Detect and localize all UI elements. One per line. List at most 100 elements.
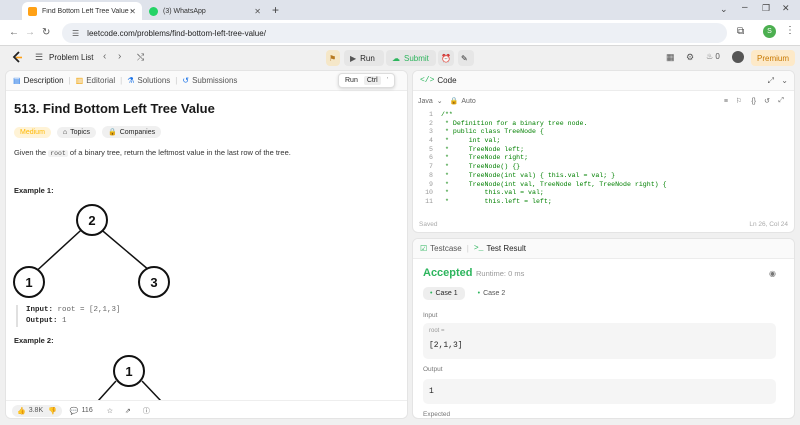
problem-list-link[interactable]: Problem List — [49, 53, 93, 62]
input-label: Input — [423, 312, 438, 319]
code-line[interactable]: 4 * int val; — [413, 137, 667, 146]
description-text: Given the — [14, 148, 47, 157]
tree-node: 2 — [76, 204, 108, 236]
line-number: 4 — [429, 137, 433, 145]
forward-icon[interactable]: → — [25, 27, 35, 38]
code-line[interactable]: 11 * this.left = left; — [413, 198, 667, 207]
new-tab-icon[interactable]: + — [272, 3, 279, 17]
maximize-icon[interactable]: ❐ — [762, 3, 770, 14]
debug-icon[interactable]: ⚑ — [326, 50, 340, 66]
coins-counter[interactable]: ♨ 0 — [706, 52, 720, 61]
tab-solutions[interactable]: Solutions — [137, 76, 170, 85]
tab-title: Find Bottom Left Tree Value - Le — [42, 7, 132, 15]
leetcode-favicon-icon — [28, 6, 37, 16]
settings-gear-icon[interactable]: ⚙ — [686, 52, 694, 63]
close-window-icon[interactable]: ✕ — [782, 3, 790, 14]
auto-mode[interactable]: Auto — [461, 98, 475, 105]
layout-icon[interactable]: ▦ — [666, 52, 675, 63]
submit-label: Submit — [404, 53, 429, 63]
code-text: * public class TreeNode { — [441, 128, 544, 136]
thumbs-up-icon: 👍 — [17, 407, 26, 415]
verdict-text: Accepted — [423, 267, 473, 279]
prev-problem-icon[interactable]: ‹ — [103, 51, 106, 62]
chevron-down-icon: ⌄ — [436, 98, 443, 105]
companies-button[interactable]: 🔒 Companies — [101, 126, 162, 138]
code-line[interactable]: 7 * TreeNode() {} — [413, 163, 667, 172]
code-line[interactable]: 1 /** — [413, 111, 667, 120]
browser-tab-whatsapp[interactable]: (3) WhatsApp ✕ — [143, 2, 267, 20]
code-text: * TreeNode left; — [441, 145, 525, 153]
eye-icon[interactable]: ◉ — [769, 269, 776, 278]
leetcode-logo-icon[interactable] — [11, 51, 23, 64]
browser-tab-leetcode[interactable]: Find Bottom Left Tree Value - Le ✕ — [22, 2, 142, 20]
share-icon[interactable]: ⇗ — [125, 407, 131, 415]
language-select[interactable]: Java — [418, 98, 433, 105]
code-editor[interactable]: 1 /** 2 * Definition for a binary tree nod… — [413, 111, 667, 207]
play-icon: ▶ — [350, 53, 357, 63]
tab-submissions[interactable]: Submissions — [192, 76, 237, 85]
thumbs-down-icon[interactable]: 👎 — [48, 407, 57, 415]
code-line[interactable]: 9 * TreeNode(int val, TreeNode left, Tre… — [413, 181, 667, 190]
help-icon[interactable]: ⓘ — [143, 406, 150, 416]
like-button[interactable]: 👍 3.8K 👎 — [12, 404, 62, 417]
expand-icon[interactable]: ⤢ — [778, 97, 784, 105]
premium-button[interactable]: Premium — [751, 50, 796, 66]
tab-testcase[interactable]: Testcase — [430, 244, 462, 253]
line-number: 10 — [425, 189, 433, 197]
minimize-icon[interactable]: – — [742, 2, 748, 13]
code-line[interactable]: 5 * TreeNode left; — [413, 146, 667, 155]
comment-icon: 💬 — [69, 407, 79, 415]
topics-button[interactable]: ⌂ Topics — [56, 126, 96, 138]
fullscreen-icon[interactable]: ⤢ — [768, 76, 774, 86]
tab-test-result[interactable]: Test Result — [486, 244, 526, 253]
cloud-upload-icon: ☁ — [392, 53, 400, 63]
close-tab-icon[interactable]: ✕ — [254, 7, 261, 16]
comments-button[interactable]: 💬 116 — [70, 407, 93, 415]
submit-button[interactable]: ☁ Submit — [386, 50, 436, 66]
timer-icon[interactable]: ⏰ — [438, 50, 454, 66]
tab-search-icon[interactable]: ⌄ — [720, 4, 728, 15]
code-line[interactable]: 2 * Definition for a binary tree node. — [413, 120, 667, 129]
collapse-icon[interactable]: ⌄ — [781, 76, 788, 85]
lock-icon: 🔒 — [449, 98, 459, 105]
case-2-tab[interactable]: • Case 2 — [471, 287, 513, 300]
code-line[interactable]: 8 * TreeNode(int val) { this.val = val; … — [413, 172, 667, 181]
next-problem-icon[interactable]: › — [118, 51, 121, 62]
coins-value: 0 — [715, 52, 720, 61]
site-info-icon[interactable]: ☰ — [72, 29, 79, 38]
problem-description: Given the root of a binary tree, return … — [14, 148, 291, 157]
close-tab-icon[interactable]: ✕ — [129, 7, 136, 16]
reload-icon[interactable]: ↻ — [42, 27, 50, 38]
profile-avatar[interactable]: S — [763, 25, 776, 38]
terminal-icon: >_ — [473, 244, 484, 253]
problem-list-icon[interactable]: ☰ — [35, 52, 43, 63]
code-line[interactable]: 6 * TreeNode right; — [413, 154, 667, 163]
url-bar[interactable]: ☰ leetcode.com/problems/find-bottom-left… — [62, 23, 727, 43]
output-label: Output — [423, 366, 443, 373]
reset-icon[interactable]: ↺ — [764, 97, 770, 105]
case-1-tab[interactable]: • Case 1 — [423, 287, 465, 300]
extensions-icon[interactable]: ⧉ — [737, 26, 744, 37]
run-button[interactable]: ▶ Run — [344, 50, 384, 66]
notes-icon[interactable]: ✎ — [458, 50, 474, 66]
tab-editorial[interactable]: Editorial — [86, 76, 115, 85]
bookmark-icon[interactable]: ⚐ — [736, 97, 742, 105]
shuffle-icon[interactable]: ⤭ — [137, 52, 144, 63]
braces-icon[interactable]: {} — [751, 98, 756, 105]
output-label: Output: — [26, 317, 58, 325]
example-1-title: Example 1: — [14, 186, 54, 195]
back-icon[interactable]: ← — [9, 27, 19, 38]
favorite-star-icon[interactable]: ☆ — [107, 407, 113, 415]
tab-description[interactable]: Description — [24, 76, 64, 85]
code-line[interactable]: 3 * public class TreeNode { — [413, 128, 667, 137]
companies-label: Companies — [119, 128, 156, 136]
user-avatar[interactable] — [732, 51, 744, 63]
leetcode-navbar: ☰ Problem List ‹ › ⤭ ⚑ ▶ Run ☁ Submit ⏰ … — [0, 47, 800, 69]
tab-title: (3) WhatsApp — [163, 7, 206, 15]
tooltip-key: ' — [386, 77, 389, 84]
browser-menu-icon[interactable]: ⋮ — [785, 25, 795, 36]
format-icon[interactable]: ≡ — [724, 98, 728, 105]
description-text: of a binary tree, return the leftmost va… — [69, 148, 291, 157]
code-line[interactable]: 10 * this.val = val; — [413, 189, 667, 198]
url-text: leetcode.com/problems/find-bottom-left-t… — [87, 28, 266, 38]
